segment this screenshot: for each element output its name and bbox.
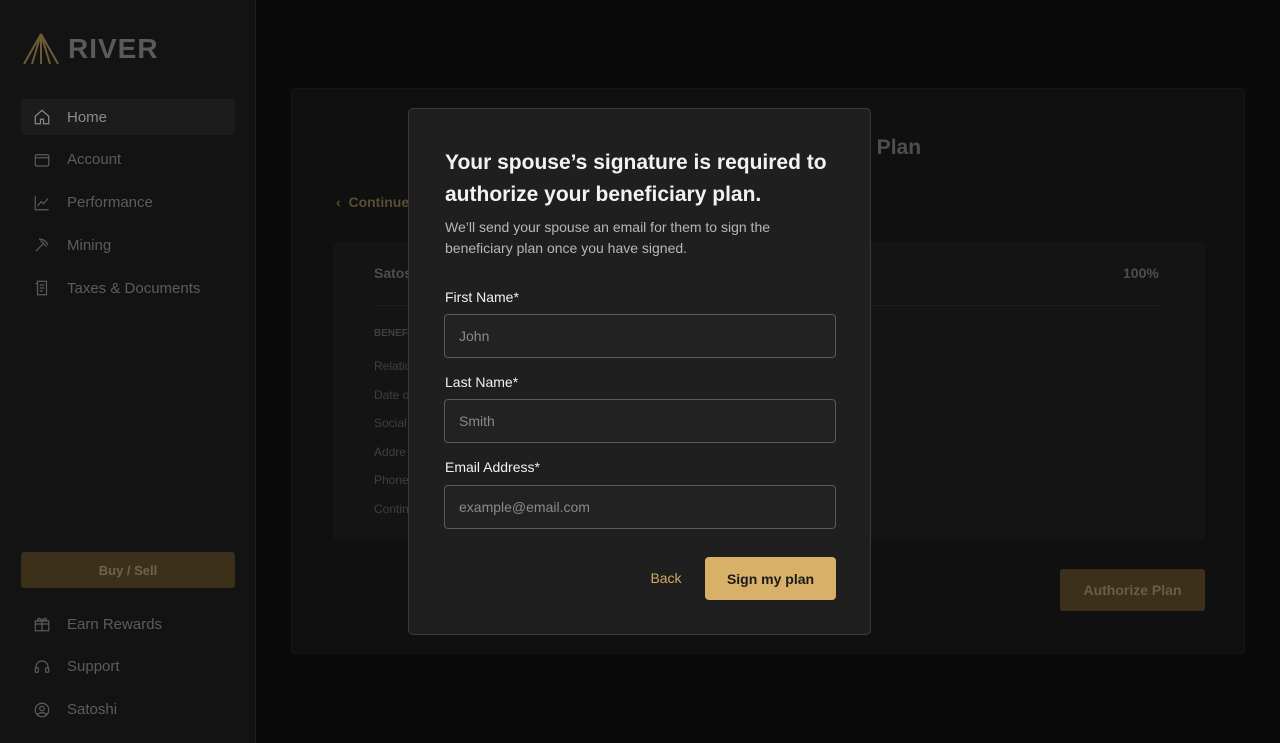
sidebar-item-account[interactable]: Account [21, 142, 235, 178]
first-name-input[interactable] [444, 314, 836, 358]
sidebar-item-label: Account [67, 151, 122, 169]
pickaxe-icon [33, 236, 51, 254]
sidebar-item-earn-rewards[interactable]: Earn Rewards [21, 606, 235, 642]
section-heading: BENEF [374, 328, 408, 339]
beneficiary-percentage: 100% [1123, 265, 1159, 281]
info-row-label: Phone [374, 473, 409, 487]
sidebar-item-label: Taxes & Documents [67, 279, 201, 297]
sidebar-item-mining[interactable]: Mining [21, 227, 235, 263]
sidebar-item-label: Home [67, 108, 108, 126]
chart-line-icon [33, 194, 51, 212]
info-row-label: Addre [374, 445, 407, 459]
sidebar-item-label: Performance [67, 194, 153, 212]
modal-title: Your spouse’s signature is required to a… [445, 151, 827, 206]
wallet-icon [33, 151, 51, 169]
spouse-signature-modal: Your spouse’s signature is required to a… [408, 108, 871, 635]
sidebar-nav: Home Account Performance Mining Taxes & … [21, 99, 235, 313]
continue-link[interactable]: ‹ Continue [336, 194, 409, 210]
home-icon [33, 108, 51, 126]
info-row-label: Social [374, 416, 407, 430]
user-circle-icon [33, 701, 51, 719]
sidebar-item-home[interactable]: Home [21, 99, 235, 135]
gift-icon [33, 615, 51, 633]
river-logo[interactable]: RIVER [22, 32, 159, 66]
sidebar-bottom-nav: Earn Rewards Support Satoshi [21, 606, 235, 734]
brand-name: RIVER [68, 33, 159, 64]
last-name-input[interactable] [444, 399, 836, 443]
sign-my-plan-button[interactable]: Sign my plan [705, 557, 836, 600]
continue-link-label: Continue [348, 194, 410, 210]
headset-icon [33, 658, 51, 676]
documents-icon [33, 279, 51, 297]
info-row-label: Contin [374, 502, 409, 516]
buy-sell-button[interactable]: Buy / Sell [21, 552, 235, 588]
sidebar-item-label: Satoshi [67, 701, 118, 719]
back-button[interactable]: Back [639, 557, 693, 599]
last-name-label: Last Name* [445, 374, 519, 390]
modal-description: We’ll send your spouse an email for them… [445, 219, 771, 256]
info-row-label: Date o [374, 388, 410, 402]
info-row-label: Relatio [374, 359, 412, 373]
sidebar-item-profile[interactable]: Satoshi [21, 692, 235, 728]
sidebar-item-performance[interactable]: Performance [21, 185, 235, 221]
river-logo-icon [23, 33, 59, 65]
sidebar-item-label: Earn Rewards [67, 615, 163, 633]
sidebar-item-taxes-documents[interactable]: Taxes & Documents [21, 270, 235, 306]
sidebar-item-label: Support [67, 658, 120, 676]
beneficiary-name: Satos [374, 265, 413, 281]
email-address-label: Email Address* [445, 459, 540, 475]
first-name-label: First Name* [445, 289, 519, 305]
email-address-input[interactable] [444, 485, 836, 529]
sidebar-item-support[interactable]: Support [21, 649, 235, 685]
sidebar-item-label: Mining [67, 236, 112, 254]
sidebar: RIVER Home Account Performance Mining Ta… [0, 0, 256, 743]
authorize-plan-button[interactable]: Authorize Plan [1060, 569, 1205, 611]
